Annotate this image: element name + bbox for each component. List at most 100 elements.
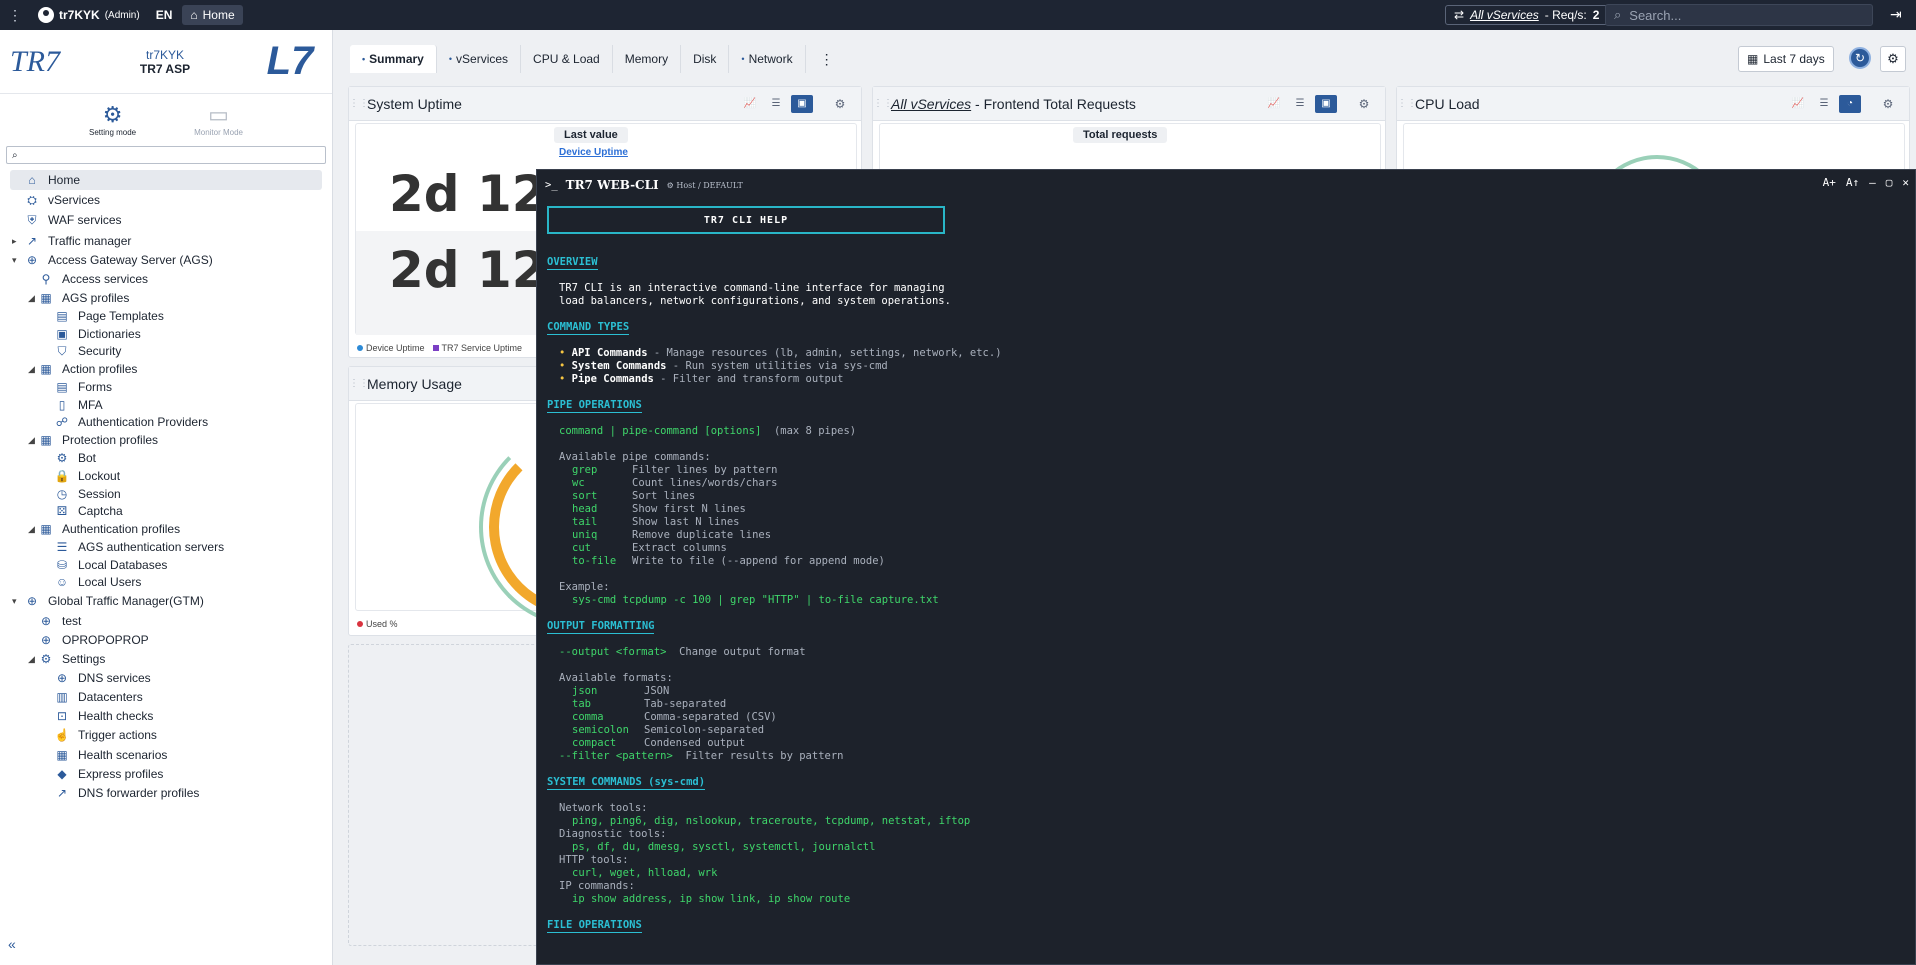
setting-mode-label: Setting mode [88, 127, 137, 137]
tab-vservices[interactable]: • vServices [437, 45, 522, 73]
chevron-down-icon[interactable]: ◢ [28, 364, 35, 375]
tab-memory[interactable]: Memory [613, 45, 682, 73]
tab-network[interactable]: • Network [729, 45, 806, 73]
sidebar-item-bot[interactable]: ⚙ Bot [10, 448, 322, 468]
close-icon[interactable]: ✕ [1902, 176, 1909, 189]
card-settings-icon[interactable]: ⚙ [1877, 95, 1899, 113]
sidebar-item-dns-services[interactable]: ⊕ DNS services [10, 668, 322, 688]
card-settings-icon[interactable]: ⚙ [1353, 95, 1375, 113]
tab-cpu-load[interactable]: CPU & Load [521, 45, 613, 73]
nav-icon: ▤ [56, 380, 68, 394]
sidebar-item-vservices[interactable]: ⛭ vServices [10, 190, 322, 210]
font-increase-icon[interactable]: A+ [1823, 176, 1836, 189]
collapse-sidebar-icon[interactable]: « [8, 936, 16, 952]
sidebar-item-health-checks[interactable]: ⊡ Health checks [10, 706, 322, 726]
line-chart-icon[interactable]: 📈 [1263, 95, 1285, 113]
chevron-down-icon[interactable]: ◢ [28, 435, 35, 446]
dashboard-settings-button[interactable]: ⚙ [1880, 46, 1906, 72]
sidebar-item-authentication-providers[interactable]: ☍ Authentication Providers [10, 412, 322, 432]
sidebar-item-protection-profiles[interactable]: ◢ ▦ Protection profiles [10, 430, 322, 450]
value-view-icon[interactable]: ▣ [791, 94, 813, 113]
sidebar-item-datacenters[interactable]: ▥ Datacenters [10, 687, 322, 707]
menu-dots-icon[interactable]: ⋮ [0, 7, 30, 24]
list-icon[interactable]: ☰ [1289, 95, 1311, 113]
drag-handle-icon[interactable]: ⋮⋮ [1397, 98, 1417, 109]
sidebar-item-forms[interactable]: ▤ Forms [10, 377, 322, 397]
drag-handle-icon[interactable]: ⋮⋮ [349, 378, 369, 389]
sidebar-item-express-profiles[interactable]: ◆ Express profiles [10, 764, 322, 784]
sidebar-item-ags-authentication-servers[interactable]: ☰ AGS authentication servers [10, 537, 322, 557]
sidebar-item-dns-forwarder-profiles[interactable]: ↗ DNS forwarder profiles [10, 783, 322, 803]
req-vservices-link[interactable]: All vServices [1470, 8, 1539, 22]
drag-handle-icon[interactable]: ⋮⋮ [349, 98, 369, 109]
global-search[interactable]: ⌕ Search... [1605, 4, 1873, 26]
sidebar-item-test[interactable]: ⊕ test [10, 611, 322, 631]
sidebar-item-captcha[interactable]: ⚄ Captcha [10, 501, 322, 521]
sidebar-item-home[interactable]: ⌂ Home [10, 170, 322, 190]
sidebar-item-lockout[interactable]: 🔒 Lockout [10, 466, 322, 486]
device-uptime-link[interactable]: Device Uptime [559, 147, 628, 158]
terminal-icon: >_ [545, 179, 558, 191]
chevron-down-icon[interactable]: ◢ [28, 654, 35, 665]
sidebar-item-authentication-profiles[interactable]: ◢ ▦ Authentication profiles [10, 519, 322, 539]
font-decrease-icon[interactable]: A↑ [1846, 176, 1859, 189]
cli-titlebar[interactable]: >_ TR7 WEB-CLI ⚙ Host / DEFAULT A+ A↑ — … [537, 170, 1915, 200]
sidebar-item-settings[interactable]: ◢ ⚙ Settings [10, 649, 322, 669]
tab-disk[interactable]: Disk [681, 45, 730, 73]
req-rate-indicator[interactable]: ⇄ All vServices - Req/s: 2 [1445, 5, 1609, 25]
nav-icon: ⊕ [40, 633, 52, 647]
sidebar-item-access-services[interactable]: ⚲ Access services [10, 269, 322, 289]
chevron-down-icon[interactable]: ◢ [28, 293, 35, 304]
chevron-right-icon[interactable]: ▸ [12, 236, 17, 247]
sidebar-item-label: Lockout [78, 469, 121, 483]
tab-summary[interactable]: • Summary [350, 45, 437, 73]
minimize-icon[interactable]: — [1869, 176, 1876, 189]
chevron-down-icon[interactable]: ▾ [12, 596, 17, 607]
sidebar-item-action-profiles[interactable]: ◢ ▦ Action profiles [10, 359, 322, 379]
nav-icon: ⊕ [56, 671, 68, 685]
sidebar-item-local-users[interactable]: ☺ Local Users [10, 572, 322, 592]
sidebar-item-ags-profiles[interactable]: ◢ ▦ AGS profiles [10, 288, 322, 308]
refresh-button[interactable]: ↻ [1849, 47, 1871, 69]
list-icon[interactable]: ☰ [765, 95, 787, 113]
sidebar-item-global-traffic-manager-gtm[interactable]: ▾ ⊕ Global Traffic Manager(GTM) [10, 591, 322, 611]
cli-output[interactable]: TR7 CLI HELP OVERVIEW TR7 CLI is an inte… [547, 206, 1907, 933]
legend-service-uptime[interactable]: TR7 Service Uptime [432, 343, 522, 353]
sidebar-item-traffic-manager[interactable]: ▸ ↗ Traffic manager [10, 231, 322, 251]
legend-used[interactable]: Used % [357, 619, 398, 629]
maximize-icon[interactable]: ▢ [1886, 176, 1893, 189]
sidebar-item-security[interactable]: ⛉ Security [10, 341, 322, 361]
all-vservices-link[interactable]: All vServices [891, 96, 971, 112]
sidebar-item-access-gateway-server-ags[interactable]: ▾ ⊕ Access Gateway Server (AGS) [10, 250, 322, 270]
host-name: tr7KYK [145, 47, 184, 62]
monitor-mode-button[interactable]: ▭ Monitor Mode [194, 102, 243, 137]
sidebar-item-trigger-actions[interactable]: ☝ Trigger actions [10, 725, 322, 745]
logout-icon[interactable]: ⇥ [1890, 6, 1902, 23]
gauge-view-icon[interactable]: ◔ [1839, 94, 1861, 113]
card-settings-icon[interactable]: ⚙ [829, 95, 851, 113]
setting-mode-button[interactable]: ⚙ Setting mode [89, 102, 136, 137]
sidebar-item-label: test [62, 614, 82, 628]
search-input[interactable]: Search... [1629, 8, 1681, 23]
sidebar-item-waf-services[interactable]: ⛨ WAF services [10, 210, 322, 230]
chevron-down-icon[interactable]: ◢ [28, 524, 35, 535]
filter-option: --filter <pattern> Filter results by pat… [559, 750, 844, 762]
value-view-icon[interactable]: ▣ [1315, 94, 1337, 113]
nav-icon: ▦ [40, 362, 52, 376]
home-breadcrumb[interactable]: ⌂ Home [182, 5, 243, 25]
nav-icon: ⚙ [56, 451, 68, 465]
sidebar-search-input[interactable]: ⌕ [6, 146, 326, 164]
language-selector[interactable]: EN [156, 8, 173, 22]
chevron-down-icon[interactable]: ▾ [12, 255, 17, 266]
sidebar-item-opropoprop[interactable]: ⊕ OPROPOPROP [10, 630, 322, 650]
line-chart-icon[interactable]: 📈 [739, 95, 761, 113]
drag-handle-icon[interactable]: ⋮⋮ [873, 98, 893, 109]
more-tabs-icon[interactable]: ⋮ [820, 51, 834, 68]
line-chart-icon[interactable]: 📈 [1787, 95, 1809, 113]
period-selector[interactable]: ▦ Last 7 days [1738, 46, 1834, 72]
list-icon[interactable]: ☰ [1813, 95, 1835, 113]
sidebar-item-page-templates[interactable]: ▤ Page Templates [10, 306, 322, 326]
legend-device-uptime[interactable]: Device Uptime [357, 343, 425, 353]
sidebar-item-health-scenarios[interactable]: ▦ Health scenarios [10, 745, 322, 765]
user-menu[interactable]: tr7KYK (Admin) [38, 7, 140, 23]
